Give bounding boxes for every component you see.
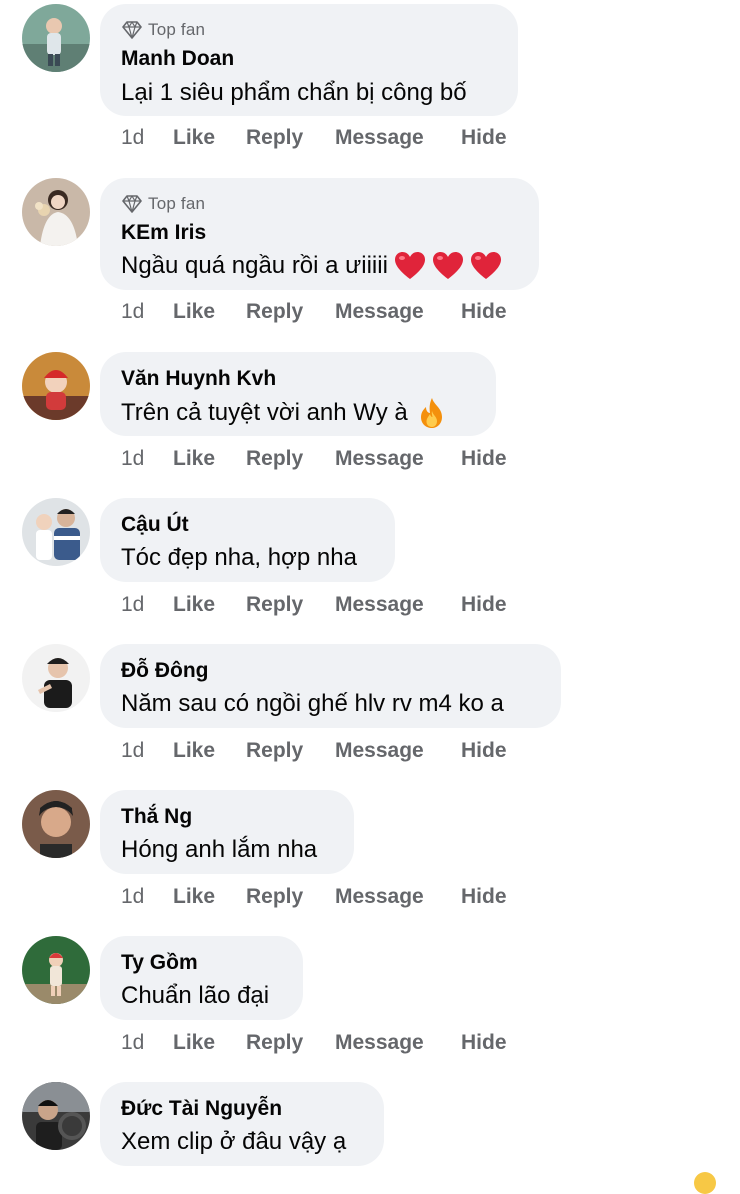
message-button[interactable]: Message — [335, 885, 461, 909]
top-fan-badge: Top fan — [122, 20, 205, 40]
comment-text: Chuẩn lão đại — [121, 982, 270, 1009]
comment-bubble[interactable]: Đỗ Đông Năm sau có ngồi ghế hlv rv m4 ko… — [100, 644, 561, 728]
comment-bubble[interactable]: Đức Tài Nguyễn Xem clip ở đâu vậy ạ — [100, 1082, 384, 1166]
comment-author[interactable]: Ty Gồm — [121, 951, 198, 975]
avatar[interactable] — [22, 936, 90, 1004]
like-button[interactable]: Like — [173, 126, 246, 150]
comment-actions: 1d Like Reply Message Hide — [121, 1031, 507, 1055]
comment-item: Top fan KEm Iris Ngầu quá ngầu rồi a ưii… — [0, 174, 740, 323]
like-button[interactable]: Like — [173, 447, 246, 471]
diamond-icon — [122, 21, 142, 39]
reply-button[interactable]: Reply — [246, 593, 335, 617]
reply-button[interactable]: Reply — [246, 885, 335, 909]
timestamp[interactable]: 1d — [121, 300, 173, 324]
avatar[interactable] — [22, 644, 90, 712]
comment-bubble[interactable]: Ty Gồm Chuẩn lão đại — [100, 936, 303, 1020]
avatar[interactable] — [22, 790, 90, 858]
comment-item: Thắ Ng Hóng anh lắm nha 1d Like Reply Me… — [0, 786, 740, 932]
comment-bubble[interactable]: Thắ Ng Hóng anh lắm nha — [100, 790, 354, 874]
avatar[interactable] — [22, 1082, 90, 1150]
comment-item: Đức Tài Nguyễn Xem clip ở đâu vậy ạ — [0, 1078, 740, 1180]
diamond-icon — [122, 195, 142, 213]
like-button[interactable]: Like — [173, 885, 246, 909]
top-fan-badge: Top fan — [122, 194, 205, 214]
heart-emoji-icon — [432, 251, 464, 281]
hide-button[interactable]: Hide — [461, 300, 507, 324]
avatar[interactable] — [22, 4, 90, 72]
reaction-emoji-icon — [694, 1172, 716, 1194]
message-button[interactable]: Message — [335, 739, 461, 763]
timestamp[interactable]: 1d — [121, 126, 173, 150]
comment-bubble[interactable]: Cậu Út Tóc đẹp nha, hợp nha — [100, 498, 395, 582]
reply-button[interactable]: Reply — [246, 447, 335, 471]
comment-item: Top fan Manh Doan Lại 1 siêu phẩm chẩn b… — [0, 0, 740, 149]
reply-button[interactable]: Reply — [246, 300, 335, 324]
comment-bubble[interactable]: Top fan KEm Iris Ngầu quá ngầu rồi a ưii… — [100, 178, 539, 290]
timestamp[interactable]: 1d — [121, 447, 173, 471]
comment-item: Ty Gồm Chuẩn lão đại 1d Like Reply Messa… — [0, 932, 740, 1078]
like-button[interactable]: Like — [173, 300, 246, 324]
comment-text: Năm sau có ngồi ghế hlv rv m4 ko a — [121, 690, 504, 717]
hide-button[interactable]: Hide — [461, 739, 507, 763]
comment-author[interactable]: Cậu Út — [121, 513, 189, 537]
reply-button[interactable]: Reply — [246, 126, 335, 150]
comment-text-content: Trên cả tuyệt vời anh Wy à — [121, 399, 408, 426]
badge-label: Top fan — [148, 194, 206, 213]
like-button[interactable]: Like — [173, 593, 246, 617]
reply-button[interactable]: Reply — [246, 1031, 335, 1055]
comment-actions: 1d Like Reply Message Hide — [121, 447, 507, 471]
hide-button[interactable]: Hide — [461, 447, 507, 471]
message-button[interactable]: Message — [335, 126, 461, 150]
comment-item: Văn Huynh Kvh Trên cả tuyệt vời anh Wy à… — [0, 348, 740, 494]
comment-text: Xem clip ở đâu vậy ạ — [121, 1128, 347, 1155]
hide-button[interactable]: Hide — [461, 1031, 507, 1055]
comment-text-content: Ngầu quá ngầu rồi a ưiiiii — [121, 252, 388, 279]
message-button[interactable]: Message — [335, 593, 461, 617]
message-button[interactable]: Message — [335, 447, 461, 471]
comment-item: Đỗ Đông Năm sau có ngồi ghế hlv rv m4 ko… — [0, 640, 740, 786]
avatar[interactable] — [22, 178, 90, 246]
timestamp[interactable]: 1d — [121, 885, 173, 909]
comment-bubble[interactable]: Top fan Manh Doan Lại 1 siêu phẩm chẩn b… — [100, 4, 518, 116]
comment-text: Tóc đẹp nha, hợp nha — [121, 544, 357, 571]
timestamp[interactable]: 1d — [121, 739, 173, 763]
reply-button[interactable]: Reply — [246, 739, 335, 763]
comment-text: Ngầu quá ngầu rồi a ưiiiii — [121, 251, 502, 281]
like-button[interactable]: Like — [173, 739, 246, 763]
comment-actions: 1d Like Reply Message Hide — [121, 126, 507, 150]
comment-bubble[interactable]: Văn Huynh Kvh Trên cả tuyệt vời anh Wy à — [100, 352, 496, 436]
hide-button[interactable]: Hide — [461, 885, 507, 909]
like-button[interactable]: Like — [173, 1031, 246, 1055]
hide-button[interactable]: Hide — [461, 126, 507, 150]
heart-emoji-icon — [394, 251, 426, 281]
fire-emoji-icon — [418, 397, 446, 429]
comment-author[interactable]: Manh Doan — [121, 47, 234, 71]
comment-author[interactable]: KEm Iris — [121, 221, 206, 245]
message-button[interactable]: Message — [335, 1031, 461, 1055]
comment-author[interactable]: Thắ Ng — [121, 805, 192, 829]
comment-actions: 1d Like Reply Message Hide — [121, 739, 507, 763]
timestamp[interactable]: 1d — [121, 1031, 173, 1055]
timestamp[interactable]: 1d — [121, 593, 173, 617]
comment-actions: 1d Like Reply Message Hide — [121, 593, 507, 617]
avatar[interactable] — [22, 352, 90, 420]
comment-text: Trên cả tuyệt vời anh Wy à — [121, 397, 446, 429]
comment-item: Cậu Út Tóc đẹp nha, hợp nha 1d Like Repl… — [0, 494, 740, 640]
badge-label: Top fan — [148, 20, 206, 39]
heart-emoji-icon — [470, 251, 502, 281]
hide-button[interactable]: Hide — [461, 593, 507, 617]
comment-text: Hóng anh lắm nha — [121, 836, 318, 863]
comment-text: Lại 1 siêu phẩm chẩn bị công bố — [121, 79, 467, 106]
comment-actions: 1d Like Reply Message Hide — [121, 300, 507, 324]
comment-author[interactable]: Văn Huynh Kvh — [121, 367, 276, 391]
comment-author[interactable]: Đức Tài Nguyễn — [121, 1097, 282, 1121]
avatar[interactable] — [22, 498, 90, 566]
message-button[interactable]: Message — [335, 300, 461, 324]
comment-author[interactable]: Đỗ Đông — [121, 659, 208, 683]
comment-actions: 1d Like Reply Message Hide — [121, 885, 507, 909]
